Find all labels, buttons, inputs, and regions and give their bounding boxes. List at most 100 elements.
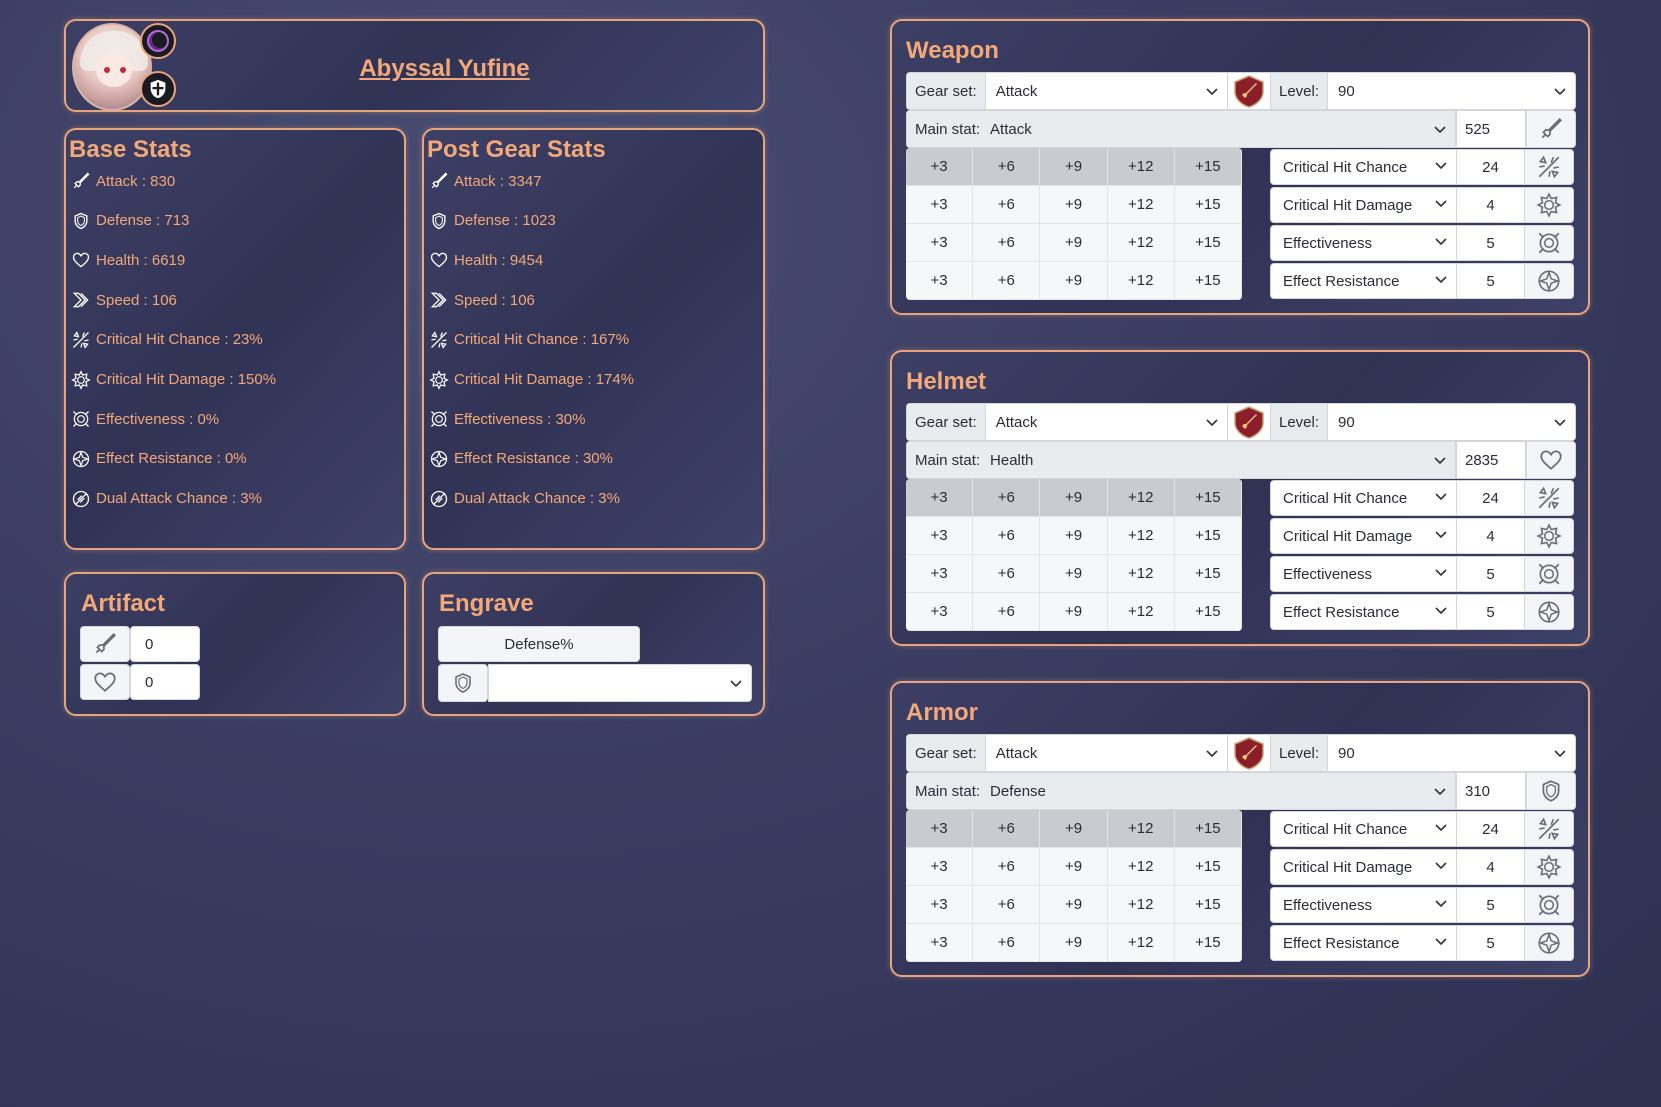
enhance-button[interactable]: +12 bbox=[1107, 224, 1175, 262]
enhance-button[interactable]: +3 bbox=[906, 148, 974, 186]
enhance-button[interactable]: +12 bbox=[1107, 479, 1175, 517]
main-stat-input[interactable]: 525 bbox=[1456, 110, 1526, 148]
enhance-button[interactable]: +9 bbox=[1040, 848, 1108, 886]
enhance-button[interactable]: +12 bbox=[1107, 555, 1175, 593]
enhance-button[interactable]: +3 bbox=[906, 517, 974, 555]
enhance-button[interactable]: +3 bbox=[906, 555, 974, 593]
enhance-button[interactable]: +6 bbox=[973, 555, 1041, 593]
enhance-button[interactable]: +6 bbox=[973, 262, 1041, 300]
substat-input[interactable]: 24 bbox=[1457, 150, 1525, 184]
artifact-attack-input[interactable]: 0 bbox=[130, 626, 200, 662]
enhance-button[interactable]: +15 bbox=[1174, 593, 1242, 631]
main-stat-select[interactable]: Main stat: Health bbox=[906, 441, 1456, 479]
main-stat-input[interactable]: 310 bbox=[1456, 772, 1526, 810]
enhance-button[interactable]: +15 bbox=[1174, 924, 1242, 962]
level-select[interactable]: Level: 90 bbox=[1270, 734, 1576, 772]
substat-select[interactable]: Effectiveness bbox=[1271, 888, 1457, 922]
enhance-button[interactable]: +12 bbox=[1107, 924, 1175, 962]
enhance-button[interactable]: +9 bbox=[1040, 148, 1108, 186]
substat-select[interactable]: Critical Hit Chance bbox=[1271, 150, 1457, 184]
engrave-select[interactable] bbox=[488, 664, 752, 702]
substat-input[interactable]: 4 bbox=[1457, 850, 1525, 884]
enhance-button[interactable]: +15 bbox=[1174, 479, 1242, 517]
substat-input[interactable]: 5 bbox=[1457, 226, 1525, 260]
enhance-button[interactable]: +9 bbox=[1040, 224, 1108, 262]
enhance-button[interactable]: +3 bbox=[906, 886, 974, 924]
substat-select[interactable]: Effect Resistance bbox=[1271, 595, 1457, 629]
hero-name-link[interactable]: Abyssal Yufine bbox=[66, 55, 763, 83]
enhance-button[interactable]: +15 bbox=[1174, 517, 1242, 555]
main-stat-select[interactable]: Main stat: Attack bbox=[906, 110, 1456, 148]
enhance-button[interactable]: +15 bbox=[1174, 848, 1242, 886]
enhance-button[interactable]: +3 bbox=[906, 924, 974, 962]
enhance-button[interactable]: +12 bbox=[1107, 848, 1175, 886]
enhance-button[interactable]: +6 bbox=[973, 186, 1041, 224]
enhance-button[interactable]: +12 bbox=[1107, 262, 1175, 300]
engrave-stat-button[interactable]: Defense% bbox=[438, 626, 640, 662]
enhance-button[interactable]: +6 bbox=[973, 886, 1041, 924]
enhance-button[interactable]: +9 bbox=[1040, 593, 1108, 631]
enhance-button[interactable]: +15 bbox=[1174, 262, 1242, 300]
enhance-button[interactable]: +3 bbox=[906, 186, 974, 224]
enhance-button[interactable]: +3 bbox=[906, 848, 974, 886]
enhance-button[interactable]: +12 bbox=[1107, 148, 1175, 186]
enhance-button[interactable]: +12 bbox=[1107, 186, 1175, 224]
enhance-button[interactable]: +3 bbox=[906, 810, 974, 848]
substat-select[interactable]: Effectiveness bbox=[1271, 226, 1457, 260]
artifact-health-input[interactable]: 0 bbox=[130, 664, 200, 700]
enhance-button[interactable]: +12 bbox=[1107, 593, 1175, 631]
substat-select[interactable]: Effect Resistance bbox=[1271, 926, 1457, 960]
enhance-button[interactable]: +3 bbox=[906, 593, 974, 631]
substat-input[interactable]: 4 bbox=[1457, 188, 1525, 222]
enhance-button[interactable]: +6 bbox=[973, 148, 1041, 186]
substat-input[interactable]: 5 bbox=[1457, 264, 1525, 298]
enhance-button[interactable]: +6 bbox=[973, 224, 1041, 262]
enhance-button[interactable]: +3 bbox=[906, 262, 974, 300]
level-select[interactable]: Level: 90 bbox=[1270, 403, 1576, 441]
enhance-button[interactable]: +6 bbox=[973, 517, 1041, 555]
enhance-button[interactable]: +15 bbox=[1174, 224, 1242, 262]
enhance-button[interactable]: +12 bbox=[1107, 886, 1175, 924]
substat-select[interactable]: Critical Hit Chance bbox=[1271, 481, 1457, 515]
substat-select[interactable]: Critical Hit Chance bbox=[1271, 812, 1457, 846]
main-stat-input[interactable]: 2835 bbox=[1456, 441, 1526, 479]
enhance-button[interactable]: +9 bbox=[1040, 555, 1108, 593]
enhance-button[interactable]: +15 bbox=[1174, 886, 1242, 924]
level-select[interactable]: Level: 90 bbox=[1270, 72, 1576, 110]
substat-select[interactable]: Effectiveness bbox=[1271, 557, 1457, 591]
enhance-button[interactable]: +9 bbox=[1040, 262, 1108, 300]
gear-set-select[interactable]: Gear set: Attack bbox=[906, 403, 1228, 441]
substat-input[interactable]: 5 bbox=[1457, 888, 1525, 922]
substat-select[interactable]: Effect Resistance bbox=[1271, 264, 1457, 298]
enhance-button[interactable]: +15 bbox=[1174, 148, 1242, 186]
enhance-button[interactable]: +9 bbox=[1040, 186, 1108, 224]
enhance-button[interactable]: +9 bbox=[1040, 517, 1108, 555]
enhance-button[interactable]: +9 bbox=[1040, 924, 1108, 962]
enhance-button[interactable]: +15 bbox=[1174, 186, 1242, 224]
enhance-button[interactable]: +9 bbox=[1040, 886, 1108, 924]
substat-input[interactable]: 24 bbox=[1457, 812, 1525, 846]
enhance-button[interactable]: +6 bbox=[973, 479, 1041, 517]
substat-input[interactable]: 5 bbox=[1457, 926, 1525, 960]
enhance-button[interactable]: +6 bbox=[973, 593, 1041, 631]
substat-input[interactable]: 4 bbox=[1457, 519, 1525, 553]
enhance-button[interactable]: +15 bbox=[1174, 810, 1242, 848]
enhance-button[interactable]: +3 bbox=[906, 479, 974, 517]
enhance-button[interactable]: +6 bbox=[973, 924, 1041, 962]
enhance-button[interactable]: +6 bbox=[973, 848, 1041, 886]
enhance-button[interactable]: +15 bbox=[1174, 555, 1242, 593]
enhance-button[interactable]: +12 bbox=[1107, 517, 1175, 555]
enhance-button[interactable]: +12 bbox=[1107, 810, 1175, 848]
main-stat-select[interactable]: Main stat: Defense bbox=[906, 772, 1456, 810]
substat-select[interactable]: Critical Hit Damage bbox=[1271, 188, 1457, 222]
substat-input[interactable]: 24 bbox=[1457, 481, 1525, 515]
substat-input[interactable]: 5 bbox=[1457, 557, 1525, 591]
substat-select[interactable]: Critical Hit Damage bbox=[1271, 519, 1457, 553]
enhance-button[interactable]: +3 bbox=[906, 224, 974, 262]
enhance-button[interactable]: +9 bbox=[1040, 479, 1108, 517]
enhance-button[interactable]: +6 bbox=[973, 810, 1041, 848]
gear-set-select[interactable]: Gear set: Attack bbox=[906, 72, 1228, 110]
gear-set-select[interactable]: Gear set: Attack bbox=[906, 734, 1228, 772]
substat-select[interactable]: Critical Hit Damage bbox=[1271, 850, 1457, 884]
enhance-button[interactable]: +9 bbox=[1040, 810, 1108, 848]
